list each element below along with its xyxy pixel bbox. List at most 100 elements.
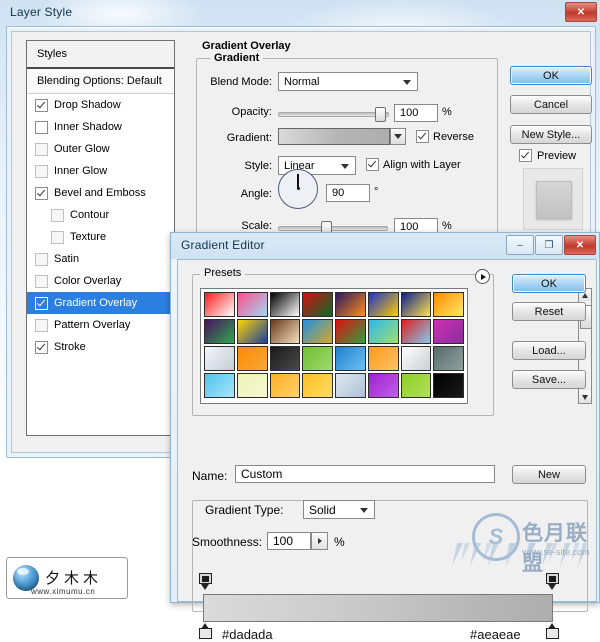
gradient-strip[interactable] — [203, 594, 553, 622]
preset-swatch[interactable] — [335, 292, 366, 317]
angle-unit: ° — [374, 186, 379, 198]
preset-swatch[interactable] — [204, 346, 235, 371]
style-row-inner-shadow[interactable]: Inner Shadow — [27, 116, 174, 138]
checkbox-satin[interactable] — [35, 252, 48, 266]
blending-options-row[interactable]: Blending Options: Default — [27, 69, 174, 94]
preset-swatch[interactable] — [269, 319, 301, 344]
checkbox-texture[interactable] — [51, 230, 64, 244]
gradient-type-select[interactable]: Solid — [303, 500, 375, 519]
opacity-slider-thumb[interactable] — [375, 107, 386, 122]
style-row-texture[interactable]: Texture — [27, 226, 174, 248]
preset-swatch[interactable] — [433, 319, 464, 344]
checkbox-bevel-and-emboss[interactable] — [35, 186, 48, 200]
maximize-icon[interactable]: ❐ — [535, 235, 563, 255]
checkbox-outer-glow[interactable] — [35, 142, 48, 156]
preset-swatch[interactable] — [269, 346, 301, 371]
preset-swatch[interactable] — [433, 373, 464, 398]
gradient-dropdown-button[interactable] — [390, 128, 406, 145]
checkbox-stroke[interactable] — [35, 340, 48, 354]
preset-swatch[interactable] — [367, 373, 399, 398]
style-row-bevel-and-emboss[interactable]: Bevel and Emboss — [27, 182, 174, 204]
preset-swatch[interactable] — [302, 373, 333, 398]
style-label: Satin — [54, 253, 80, 265]
preset-swatch[interactable] — [269, 373, 301, 398]
minimize-icon[interactable]: – — [506, 235, 534, 255]
angle-dial[interactable] — [278, 169, 318, 209]
cancel-button[interactable]: Cancel — [510, 95, 592, 114]
preset-swatch[interactable] — [302, 346, 333, 371]
checkbox-preview[interactable] — [519, 149, 532, 162]
style-row-satin[interactable]: Satin — [27, 248, 174, 270]
color-stop-body — [546, 628, 559, 639]
style-row-contour[interactable]: Contour — [27, 204, 174, 226]
preset-swatch[interactable] — [236, 292, 268, 317]
blend-mode-label: Blend Mode: — [210, 76, 272, 88]
checkbox-contour[interactable] — [51, 208, 64, 222]
preset-swatch[interactable] — [400, 319, 432, 344]
preset-swatch[interactable] — [400, 346, 432, 371]
style-row-pattern-overlay[interactable]: Pattern Overlay — [27, 314, 174, 336]
presets-menu-icon[interactable] — [475, 269, 490, 284]
opacity-stop-right[interactable] — [546, 573, 559, 590]
gradient-editor-reset-button[interactable]: Reset — [512, 302, 586, 321]
style-row-stroke[interactable]: Stroke — [27, 336, 174, 358]
style-row-gradient-overlay[interactable]: Gradient Overlay — [27, 292, 174, 314]
gradient-editor-load-button[interactable]: Load... — [512, 341, 586, 360]
checkbox-gradient-overlay[interactable] — [35, 296, 48, 310]
preview-checkbox-row[interactable]: Preview — [519, 149, 576, 162]
close-icon[interactable]: ✕ — [564, 235, 596, 255]
presets-swatch-well[interactable] — [200, 288, 468, 404]
color-stop-right[interactable] — [546, 623, 559, 639]
checkbox-reverse[interactable] — [416, 130, 429, 143]
preset-swatch[interactable] — [367, 319, 399, 344]
preset-swatch[interactable] — [302, 319, 333, 344]
preset-swatch[interactable] — [335, 346, 366, 371]
angle-input[interactable]: 90 — [326, 184, 370, 202]
ok-button[interactable]: OK — [510, 66, 592, 85]
preset-swatch[interactable] — [367, 346, 399, 371]
style-row-inner-glow[interactable]: Inner Glow — [27, 160, 174, 182]
new-style-button[interactable]: New Style... — [510, 125, 592, 144]
gradient-editor-save-button[interactable]: Save... — [512, 370, 586, 389]
close-icon[interactable]: ✕ — [565, 2, 597, 22]
preset-swatch[interactable] — [269, 292, 301, 317]
preset-swatch[interactable] — [433, 346, 464, 371]
checkbox-color-overlay[interactable] — [35, 274, 48, 288]
checkbox-align-with-layer[interactable] — [366, 158, 379, 171]
preset-swatch[interactable] — [335, 319, 366, 344]
preset-swatch[interactable] — [400, 292, 432, 317]
preset-swatch[interactable] — [367, 292, 399, 317]
preset-swatch[interactable] — [236, 373, 268, 398]
preset-swatch[interactable] — [204, 319, 235, 344]
preset-swatch[interactable] — [433, 292, 464, 317]
preset-swatch[interactable] — [335, 373, 366, 398]
preset-swatch[interactable] — [204, 373, 235, 398]
preset-swatch[interactable] — [204, 292, 235, 317]
style-row-outer-glow[interactable]: Outer Glow — [27, 138, 174, 160]
style-row-drop-shadow[interactable]: Drop Shadow — [27, 94, 174, 116]
scale-slider-track[interactable] — [278, 226, 388, 231]
gradient-preview-bar[interactable] — [278, 128, 390, 145]
preset-swatch[interactable] — [236, 346, 268, 371]
checkbox-inner-glow[interactable] — [35, 164, 48, 178]
scroll-down-icon[interactable] — [579, 391, 591, 403]
gradient-editor-ok-button[interactable]: OK — [512, 274, 586, 293]
preset-swatch[interactable] — [236, 319, 268, 344]
align-with-layer-row[interactable]: Align with Layer — [366, 158, 461, 171]
style-row-color-overlay[interactable]: Color Overlay — [27, 270, 174, 292]
opacity-slider-track[interactable] — [278, 112, 389, 117]
opacity-stop-left[interactable] — [199, 573, 212, 590]
preset-swatch[interactable] — [302, 292, 333, 317]
reverse-checkbox-row[interactable]: Reverse — [416, 130, 474, 143]
new-gradient-button[interactable]: New — [512, 465, 586, 484]
opacity-input[interactable]: 100 — [394, 104, 438, 122]
color-stop-left[interactable] — [199, 623, 212, 639]
gradient-name-input[interactable]: Custom — [235, 465, 495, 483]
checkbox-inner-shadow[interactable] — [35, 120, 48, 134]
blend-mode-select[interactable]: Normal — [278, 72, 418, 91]
preset-swatch[interactable] — [400, 373, 432, 398]
checkbox-pattern-overlay[interactable] — [35, 318, 48, 332]
smoothness-input[interactable]: 100 — [267, 532, 311, 550]
smoothness-stepper-icon[interactable] — [311, 532, 328, 550]
checkbox-drop-shadow[interactable] — [35, 98, 48, 112]
